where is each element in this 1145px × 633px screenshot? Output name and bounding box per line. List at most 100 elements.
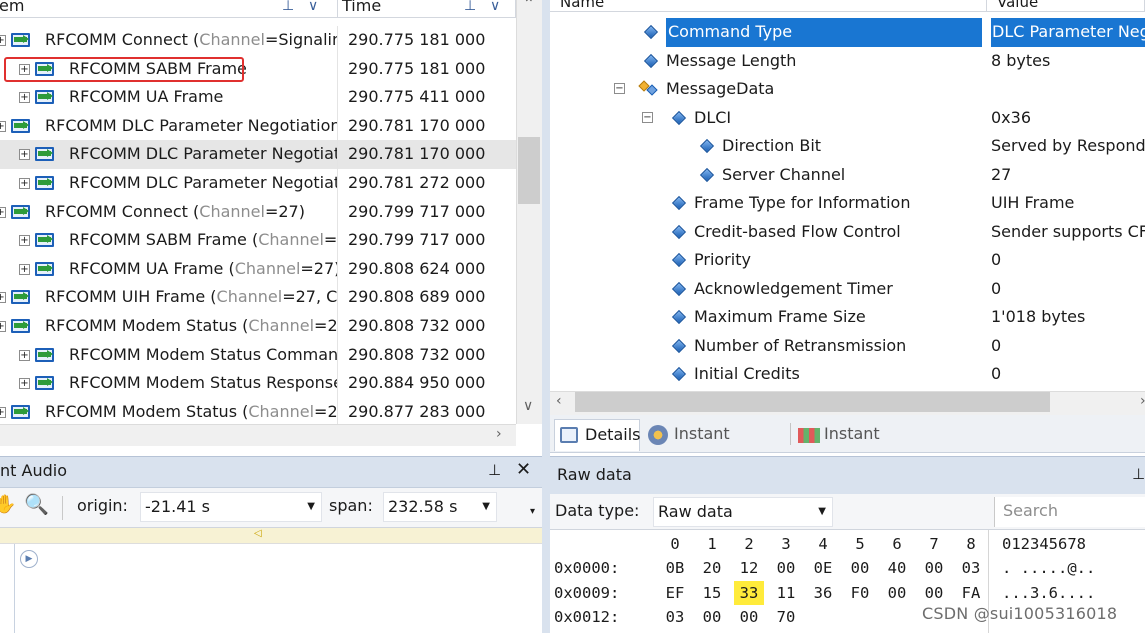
hex-byte[interactable]: 0E — [808, 556, 838, 580]
vertical-splitter[interactable] — [542, 0, 550, 633]
play-icon[interactable]: ▶ — [20, 550, 38, 568]
pin-icon[interactable]: ⊥ — [282, 0, 294, 18]
hand-icon[interactable]: ✋ — [0, 494, 16, 515]
hex-byte[interactable]: 11 — [771, 581, 801, 605]
pin-icon[interactable]: ⊥ — [1132, 465, 1145, 483]
expand-icon[interactable]: + — [19, 92, 30, 104]
tree-horizontal-scrollbar[interactable]: › — [0, 424, 516, 446]
scroll-down-icon[interactable]: ∨ — [523, 398, 533, 414]
scroll-right-icon[interactable]: › — [496, 426, 502, 442]
details-scroll-thumb[interactable] — [575, 392, 1050, 412]
expand-icon[interactable]: + — [0, 206, 6, 218]
tree-scroll-thumb[interactable] — [518, 137, 540, 204]
hex-byte[interactable]: 00 — [919, 556, 949, 580]
scroll-up-icon[interactable]: ⌃ — [523, 0, 535, 12]
tree-row[interactable]: + RFCOMM DLC Parameter Negotiation (C 290.… — [0, 111, 516, 141]
hex-byte[interactable]: 00 — [734, 605, 764, 629]
tree-row[interactable]: + RFCOMM SABM Frame (Channel=2.. 290.799 7… — [0, 226, 516, 255]
tree-row-name-cell: + RFCOMM UA Frame (Channel=27) — [0, 254, 338, 284]
hex-byte[interactable]: 40 — [882, 556, 912, 580]
hex-byte[interactable]: 70 — [771, 605, 801, 629]
span-dropdown[interactable]: 232.58 s ▼ — [383, 492, 497, 522]
property-row[interactable]: − MessageData — [550, 75, 1145, 104]
tree-vertical-scrollbar[interactable]: ⌃ ∨ — [516, 0, 542, 424]
property-row[interactable]: Frame Type for Information UIH Frame — [550, 189, 1145, 218]
column-header-time[interactable]: Time ⊥ ∨ — [338, 0, 516, 18]
hex-byte[interactable]: FA — [956, 581, 986, 605]
column-header-name[interactable]: Name — [550, 0, 987, 12]
expand-icon[interactable]: + — [19, 235, 30, 247]
expand-icon[interactable]: + — [0, 120, 6, 132]
hex-byte[interactable]: F0 — [845, 581, 875, 605]
chevron-down-icon[interactable]: ∨ — [308, 0, 318, 18]
hex-byte[interactable]: 00 — [771, 556, 801, 580]
hex-byte[interactable]: 15 — [697, 581, 727, 605]
pin-icon[interactable]: ⊥ — [464, 0, 476, 18]
audio-timeline-ruler[interactable]: ◁ — [0, 528, 542, 544]
column-header-value[interactable]: Value — [987, 0, 1145, 12]
tree-row[interactable]: + RFCOMM UA Frame (Channel=27) 290.808 624… — [0, 254, 516, 284]
hex-byte[interactable]: 12 — [734, 556, 764, 580]
tab-details[interactable]: Details — [554, 419, 640, 451]
tree-row[interactable]: + RFCOMM DLC Parameter Negotiat... 290.781… — [0, 169, 516, 198]
tab-instant-piconet[interactable]: Instant Piconet — [644, 419, 790, 473]
tree-row[interactable]: + RFCOMM Modem Status Response (C 290.884 … — [0, 369, 516, 398]
expand-icon[interactable]: + — [0, 321, 6, 332]
expand-icon[interactable]: + — [0, 35, 6, 46]
chevron-down-icon[interactable]: ∨ — [490, 0, 500, 18]
property-row[interactable]: Credit-based Flow Control Sender supports… — [550, 218, 1145, 247]
property-row[interactable]: Number of Retransmission 0 — [550, 332, 1145, 361]
property-row[interactable]: Acknowledgement Timer 0 — [550, 275, 1145, 304]
expand-icon[interactable]: + — [19, 349, 30, 361]
property-row[interactable]: Priority 0 — [550, 246, 1145, 275]
tree-row[interactable]: + RFCOMM DLC Parameter Negotiat... 290.781… — [0, 140, 516, 169]
tree-row[interactable]: + RFCOMM UA Frame 290.775 411 000 — [0, 83, 516, 112]
search-input[interactable]: Search — [994, 497, 1145, 527]
tree-row[interactable]: + RFCOMM Modem Status (Channel=27, [290.8… — [0, 397, 516, 427]
tree-row[interactable]: + RFCOMM Connect (Channel=27) 290.799 717 … — [0, 197, 516, 227]
pin-icon[interactable]: ⊥ — [488, 461, 501, 479]
scroll-right-icon[interactable]: › — [1140, 393, 1145, 409]
hex-byte[interactable]: 00 — [882, 581, 912, 605]
expand-icon[interactable]: + — [0, 406, 6, 418]
collapse-icon[interactable]: − — [614, 83, 625, 94]
hex-byte[interactable]: 36 — [808, 581, 838, 605]
origin-dropdown[interactable]: -21.41 s ▼ — [140, 492, 322, 522]
tab-instant-channels[interactable]: Instant Channels — [794, 419, 954, 473]
property-row[interactable]: Direction Bit Served by Responder — [550, 132, 1145, 161]
property-row[interactable]: − DLCI 0x36 — [550, 104, 1145, 133]
hex-byte[interactable]: 00 — [919, 581, 949, 605]
tree-row[interactable]: + RFCOMM Connect (Channel=Signaling) 290.7… — [0, 26, 516, 55]
hex-byte[interactable]: EF — [660, 581, 690, 605]
zoom-icon[interactable]: 🔍 — [24, 492, 49, 516]
property-row[interactable]: Server Channel 27 — [550, 161, 1145, 190]
toolbar-overflow-icon[interactable]: ▾ — [530, 506, 535, 517]
audio-track-area[interactable]: ▶ — [0, 544, 542, 633]
close-icon[interactable]: ✕ — [516, 459, 531, 480]
expand-icon[interactable]: + — [0, 292, 6, 304]
expand-icon[interactable]: + — [19, 378, 30, 390]
timeline-marker-icon[interactable]: ◁ — [254, 528, 262, 539]
property-row[interactable]: Maximum Frame Size 1'018 bytes — [550, 303, 1145, 332]
column-header-item[interactable]: Item ⊥ ∨ — [0, 0, 338, 18]
collapse-icon[interactable]: − — [642, 111, 653, 123]
expand-icon[interactable]: + — [19, 178, 30, 189]
hex-byte[interactable]: 0B — [660, 556, 690, 580]
tree-row[interactable]: + RFCOMM Modem Status Command (C 290.808 7… — [0, 340, 516, 370]
tree-row[interactable]: + RFCOMM UIH Frame (Channel=27, C... 290.8… — [0, 283, 516, 312]
property-row[interactable]: Message Length 8 bytes — [550, 47, 1145, 76]
property-row[interactable]: Command Type DLC Parameter Negot — [550, 18, 1145, 47]
expand-icon[interactable]: + — [19, 149, 30, 161]
tree-row[interactable]: + RFCOMM Modem Status (Channel=27, [290.8… — [0, 312, 516, 341]
hex-byte[interactable]: 33 — [734, 580, 764, 605]
property-row[interactable]: Initial Credits 0 — [550, 360, 1145, 389]
hex-byte[interactable]: 03 — [956, 556, 986, 580]
search-placeholder: Search — [1003, 501, 1058, 520]
hex-byte[interactable]: 00 — [697, 605, 727, 629]
expand-icon[interactable]: + — [19, 263, 30, 275]
hex-byte[interactable]: 00 — [845, 556, 875, 580]
hex-byte[interactable]: 03 — [660, 605, 690, 629]
data-type-dropdown[interactable]: Raw data ▼ — [653, 497, 833, 527]
hex-byte[interactable]: 20 — [697, 556, 727, 580]
scroll-left-icon[interactable]: ‹ — [556, 393, 562, 409]
